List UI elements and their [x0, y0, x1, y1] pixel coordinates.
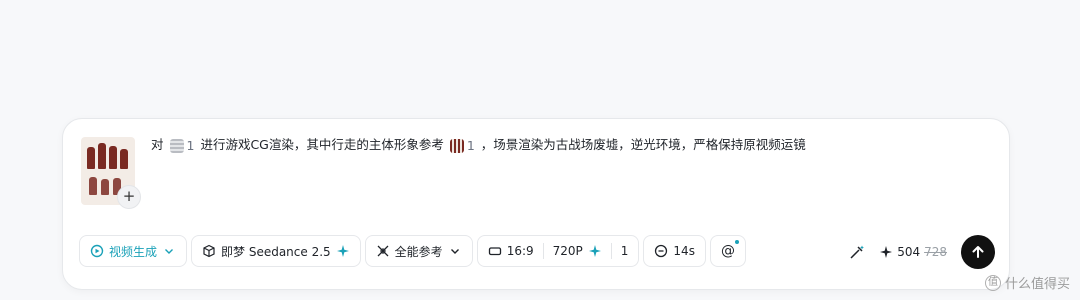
resolution-label: 720P: [552, 244, 583, 258]
aspect-ratio-icon: [488, 244, 502, 258]
watermark-text: 什么值得买: [1004, 277, 1070, 292]
aspect-ratio-label: 16:9: [506, 244, 534, 258]
mention-button[interactable]: @: [709, 235, 746, 267]
reference-thumbnail[interactable]: +: [81, 137, 141, 209]
mode-selector[interactable]: 视频生成: [79, 235, 188, 267]
watermark: 值 什么值得买: [984, 273, 1070, 292]
sparkle-icon: [336, 244, 350, 258]
clock-icon: [654, 244, 668, 258]
credit-sparkle-icon: [879, 245, 893, 259]
send-button[interactable]: [961, 235, 995, 269]
duration-label: 14s: [673, 244, 695, 258]
credit-original: 728: [924, 245, 947, 259]
magic-pen-icon[interactable]: [849, 244, 865, 260]
arrow-up-icon: [970, 244, 986, 260]
divider: [610, 243, 612, 259]
add-reference-button[interactable]: +: [117, 185, 141, 209]
image-reference-icon: [449, 138, 464, 153]
notification-dot: [734, 240, 739, 244]
divider: [542, 243, 544, 259]
generation-toolbar: 视频生成 即梦 Seedance 2.5 全能参考 16:9 720P 1 14…: [79, 235, 746, 269]
reference-index-1: 1: [186, 137, 195, 153]
video-generate-icon: [90, 244, 104, 258]
video-reference-icon: [169, 138, 184, 153]
credit-current: 504: [897, 245, 921, 259]
reference-mode-label: 全能参考: [394, 244, 443, 259]
reference-mode-selector[interactable]: 全能参考: [364, 235, 473, 267]
model-label: 即梦 Seedance 2.5: [221, 244, 331, 259]
sparkle-icon: [588, 244, 602, 258]
right-toolbar: 504 728: [849, 235, 995, 269]
output-settings[interactable]: 16:9 720P 1: [476, 235, 640, 267]
reference-chip-1[interactable]: 1: [169, 137, 195, 154]
chevron-down-icon: [162, 244, 176, 258]
prompt-text[interactable]: 对 1 进行游戏CG渲染，其中行走的主体形象参考 1 ，场景渲染为古战场废墟，逆…: [151, 137, 989, 154]
reference-index-2: 1: [466, 137, 475, 153]
prompt-part-1: 对: [151, 137, 164, 152]
model-selector[interactable]: 即梦 Seedance 2.5: [191, 235, 361, 267]
prompt-part-2: 进行游戏CG渲染，其中行走的主体形象参考: [200, 137, 444, 152]
reference-chip-2[interactable]: 1: [449, 137, 475, 154]
watermark-badge: 值: [984, 274, 1001, 291]
cube-icon: [202, 244, 216, 258]
omni-reference-icon: [376, 244, 390, 258]
mention-label: @: [720, 243, 735, 259]
mode-label: 视频生成: [109, 244, 158, 259]
duration-selector[interactable]: 14s: [643, 235, 706, 267]
prompt-composer: + 对 1 进行游戏CG渲染，其中行走的主体形象参考 1 ，场景渲染为古战场废墟…: [62, 118, 1010, 290]
chevron-down-icon: [448, 244, 462, 258]
prompt-part-3: ，场景渲染为古战场废墟，逆光环境，严格保持原视频运镜: [480, 137, 806, 152]
credit-cost: 504 728: [879, 245, 947, 259]
count-label: 1: [620, 244, 629, 258]
